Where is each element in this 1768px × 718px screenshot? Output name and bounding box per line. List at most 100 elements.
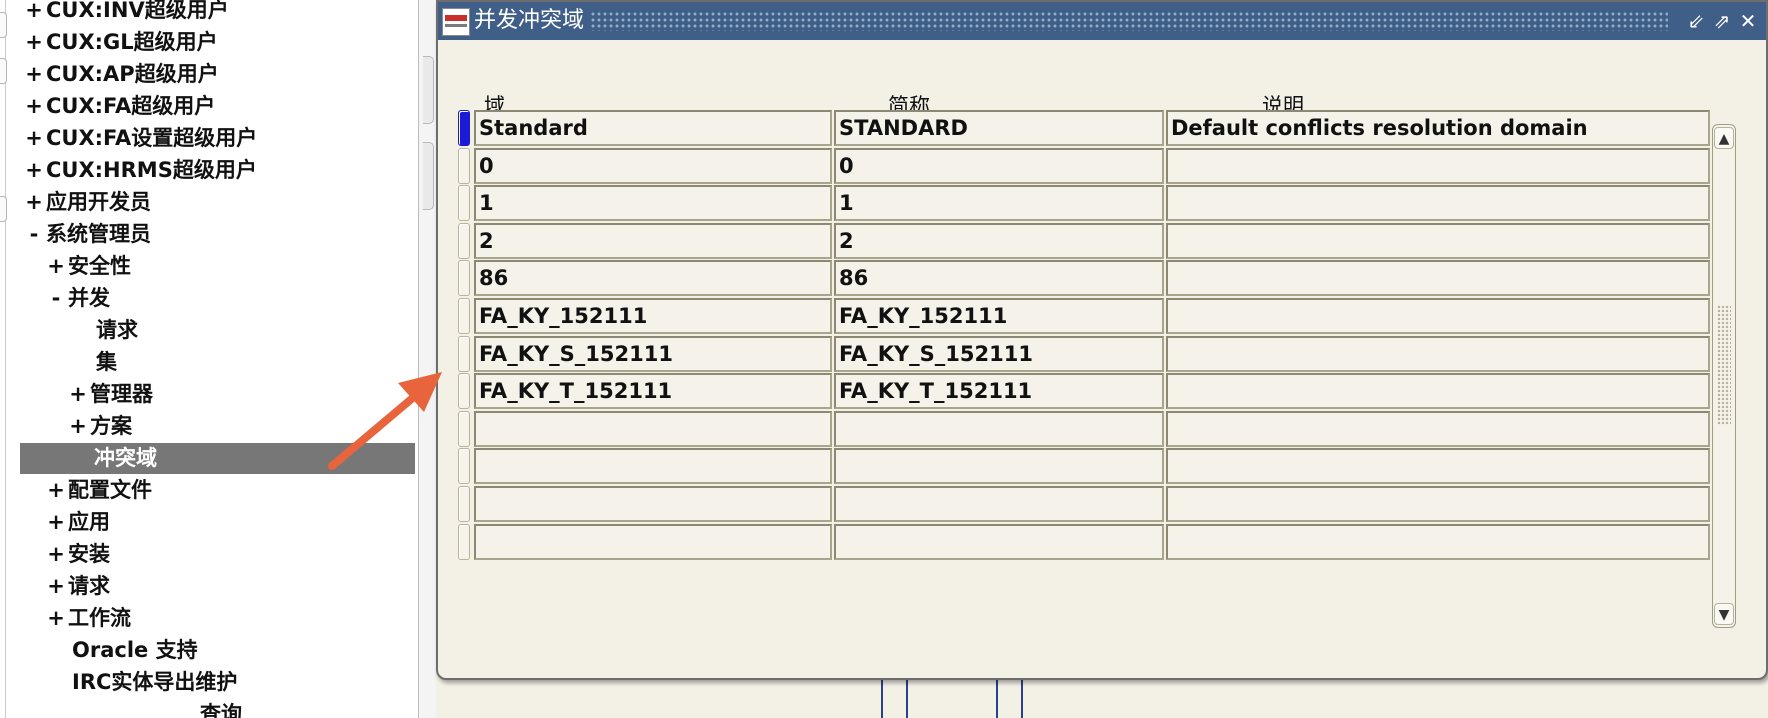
tree-item[interactable]: + 配置文件 [44, 475, 152, 506]
scroll-up-icon[interactable]: ▲ [1714, 127, 1734, 149]
domain-cell[interactable] [474, 524, 832, 560]
domain-cell[interactable]: 1 [474, 185, 832, 221]
description-cell[interactable] [1166, 411, 1710, 447]
record-marker[interactable] [458, 486, 470, 522]
record-marker[interactable] [458, 373, 470, 409]
tree-item[interactable]: + CUX:FA设置超级用户 [22, 123, 257, 154]
navigator-tab-handle[interactable] [0, 58, 7, 84]
expand-icon[interactable]: + [44, 475, 68, 506]
domain-cell[interactable]: 0 [474, 148, 832, 184]
record-marker[interactable] [458, 260, 470, 296]
record-marker[interactable] [458, 411, 470, 447]
tree-item[interactable]: + 应用 [44, 507, 110, 538]
record-marker[interactable] [458, 448, 470, 484]
record-marker[interactable] [458, 148, 470, 184]
expand-icon[interactable]: + [22, 0, 46, 26]
short-name-cell[interactable] [834, 411, 1164, 447]
description-cell[interactable] [1166, 260, 1710, 296]
tree-item-selected[interactable]: 冲突域 [20, 443, 415, 474]
current-record-marker[interactable] [458, 110, 470, 146]
tree-item[interactable]: + CUX:FA超级用户 [22, 91, 215, 122]
tree-item[interactable]: Oracle 支持 [72, 635, 198, 666]
domain-cell[interactable]: Standard [474, 110, 832, 146]
tree-item[interactable]: + 安装 [44, 539, 110, 570]
record-marker[interactable] [458, 223, 470, 259]
tree-item[interactable]: + 安全性 [44, 251, 131, 282]
minimize-icon[interactable]: ⇙ [1684, 9, 1708, 33]
tree-item[interactable]: + 方案 [66, 411, 132, 442]
description-cell[interactable] [1166, 448, 1710, 484]
expand-icon[interactable]: + [44, 539, 68, 570]
short-name-cell[interactable]: 1 [834, 185, 1164, 221]
tree-item[interactable]: + 管理器 [66, 379, 153, 410]
splitter-tab[interactable] [423, 142, 434, 210]
description-cell[interactable] [1166, 223, 1710, 259]
tree-item[interactable]: + 应用开发员 [22, 187, 151, 218]
domain-cell[interactable]: FA_KY_S_152111 [474, 336, 832, 372]
domain-cell[interactable]: FA_KY_152111 [474, 298, 832, 334]
record-marker[interactable] [458, 185, 470, 221]
tree-item[interactable]: + 请求 [44, 571, 110, 602]
record-marker[interactable] [458, 298, 470, 334]
tree-item[interactable]: 集 [96, 347, 117, 378]
expand-icon[interactable]: + [44, 251, 68, 282]
expand-icon[interactable]: + [22, 59, 46, 90]
description-cell[interactable] [1166, 148, 1710, 184]
collapse-icon[interactable]: - [22, 219, 46, 250]
expand-icon[interactable]: + [22, 155, 46, 186]
description-cell[interactable] [1166, 298, 1710, 334]
short-name-cell[interactable]: FA_KY_152111 [834, 298, 1164, 334]
description-cell[interactable] [1166, 524, 1710, 560]
expand-icon[interactable]: + [22, 27, 46, 58]
short-name-cell[interactable] [834, 524, 1164, 560]
domain-cell[interactable] [474, 448, 832, 484]
domain-cell[interactable]: 86 [474, 260, 832, 296]
expand-icon[interactable]: + [22, 123, 46, 154]
tree-item[interactable]: 查询 [200, 699, 242, 718]
short-name-cell[interactable]: 86 [834, 260, 1164, 296]
tree-item[interactable]: IRC实体导出维护 [72, 667, 237, 698]
short-name-cell[interactable]: FA_KY_S_152111 [834, 336, 1164, 372]
maximize-icon[interactable]: ⇗ [1710, 9, 1734, 33]
domain-cell[interactable] [474, 411, 832, 447]
description-cell[interactable] [1166, 336, 1710, 372]
short-name-cell[interactable]: FA_KY_T_152111 [834, 373, 1164, 409]
short-name-cell[interactable] [834, 486, 1164, 522]
scrollbar-thumb[interactable] [1717, 305, 1731, 425]
tree-item[interactable]: + CUX:INV超级用户 [22, 0, 229, 26]
splitter-tab[interactable] [423, 56, 434, 124]
window-titlebar[interactable]: 并发冲突域 ⇙ ⇗ ✕ [438, 2, 1766, 40]
tree-item[interactable]: - 系统管理员 [22, 219, 151, 250]
navigator-tab-handle[interactable] [0, 196, 7, 222]
expand-icon[interactable]: + [66, 411, 90, 442]
tree-item[interactable]: + CUX:GL超级用户 [22, 27, 217, 58]
expand-icon[interactable]: + [22, 91, 46, 122]
scroll-down-icon[interactable]: ▼ [1714, 603, 1734, 625]
short-name-cell[interactable] [834, 448, 1164, 484]
description-cell[interactable]: Default conflicts resolution domain [1166, 110, 1710, 146]
collapse-icon[interactable]: - [44, 283, 68, 314]
tree-item[interactable]: + CUX:AP超级用户 [22, 59, 219, 90]
short-name-cell[interactable]: STANDARD [834, 110, 1164, 146]
expand-icon[interactable]: + [66, 379, 90, 410]
expand-icon[interactable]: + [44, 571, 68, 602]
tree-item[interactable]: + 工作流 [44, 603, 131, 634]
expand-icon[interactable]: + [44, 507, 68, 538]
navigator-tab-handle[interactable] [0, 12, 7, 38]
description-cell[interactable] [1166, 185, 1710, 221]
expand-icon[interactable]: + [44, 603, 68, 634]
tree-item[interactable]: + CUX:HRMS超级用户 [22, 155, 257, 186]
domain-cell[interactable] [474, 486, 832, 522]
tree-item[interactable]: 请求 [96, 315, 138, 346]
record-marker[interactable] [458, 524, 470, 560]
domain-cell[interactable]: FA_KY_T_152111 [474, 373, 832, 409]
short-name-cell[interactable]: 0 [834, 148, 1164, 184]
table-scrollbar[interactable]: ▲ ▼ [1712, 124, 1736, 628]
close-icon[interactable]: ✕ [1736, 9, 1760, 33]
short-name-cell[interactable]: 2 [834, 223, 1164, 259]
domain-cell[interactable]: 2 [474, 223, 832, 259]
description-cell[interactable] [1166, 373, 1710, 409]
description-cell[interactable] [1166, 486, 1710, 522]
navigator-splitter[interactable] [418, 0, 436, 718]
tree-item[interactable]: - 并发 [44, 283, 110, 314]
